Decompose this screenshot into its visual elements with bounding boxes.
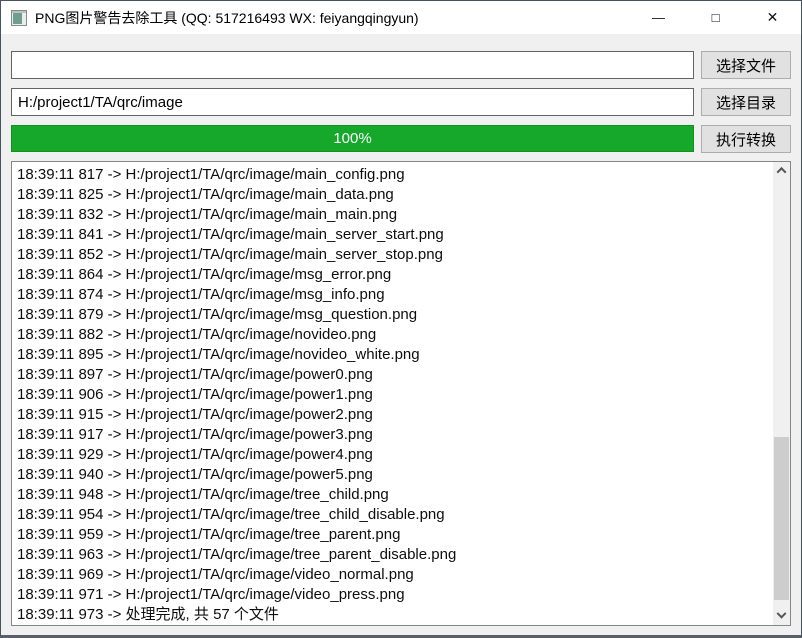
- log-line: 18:39:11 915 -> H:/project1/TA/qrc/image…: [17, 405, 767, 425]
- vertical-scrollbar[interactable]: [773, 162, 790, 625]
- log-line: 18:39:11 879 -> H:/project1/TA/qrc/image…: [17, 305, 767, 325]
- log-line: 18:39:11 973 -> 处理完成, 共 57 个文件: [17, 605, 767, 625]
- minimize-button[interactable]: —: [630, 1, 687, 34]
- log-line: 18:39:11 969 -> H:/project1/TA/qrc/image…: [17, 565, 767, 585]
- log-line: 18:39:11 897 -> H:/project1/TA/qrc/image…: [17, 365, 767, 385]
- log-line: 18:39:11 954 -> H:/project1/TA/qrc/image…: [17, 505, 767, 525]
- chevron-down-icon: [777, 609, 787, 619]
- dir-select-row: 选择目录: [11, 88, 791, 116]
- log-line: 18:39:11 906 -> H:/project1/TA/qrc/image…: [17, 385, 767, 405]
- app-window: PNG图片警告去除工具 (QQ: 517216493 WX: feiyangqi…: [0, 0, 802, 638]
- convert-row: 100% 执行转换: [11, 125, 791, 153]
- title-bar[interactable]: PNG图片警告去除工具 (QQ: 517216493 WX: feiyangqi…: [1, 1, 801, 34]
- maximize-icon: □: [712, 10, 720, 25]
- file-select-row: 选择文件: [11, 51, 791, 79]
- app-icon: [11, 10, 27, 26]
- scroll-down-button[interactable]: [773, 608, 790, 625]
- log-line: 18:39:11 948 -> H:/project1/TA/qrc/image…: [17, 485, 767, 505]
- window-title: PNG图片警告去除工具 (QQ: 517216493 WX: feiyangqi…: [35, 8, 419, 28]
- log-line: 18:39:11 959 -> H:/project1/TA/qrc/image…: [17, 525, 767, 545]
- log-line: 18:39:11 940 -> H:/project1/TA/qrc/image…: [17, 465, 767, 485]
- close-button[interactable]: ✕: [744, 1, 801, 34]
- close-icon: ✕: [767, 9, 779, 26]
- log-line: 18:39:11 841 -> H:/project1/TA/qrc/image…: [17, 225, 767, 245]
- progress-percent-label: 100%: [12, 126, 693, 151]
- log-line: 18:39:11 929 -> H:/project1/TA/qrc/image…: [17, 445, 767, 465]
- progress-bar: 100%: [11, 125, 694, 152]
- log-line: 18:39:11 882 -> H:/project1/TA/qrc/image…: [17, 325, 767, 345]
- log-line: 18:39:11 963 -> H:/project1/TA/qrc/image…: [17, 545, 767, 565]
- log-line: 18:39:11 825 -> H:/project1/TA/qrc/image…: [17, 185, 767, 205]
- log-line: 18:39:11 832 -> H:/project1/TA/qrc/image…: [17, 205, 767, 225]
- scroll-up-button[interactable]: [773, 162, 790, 179]
- chevron-up-icon: [777, 167, 787, 177]
- content-area: 选择文件 选择目录 100% 执行转换: [1, 51, 801, 153]
- log-line: 18:39:11 971 -> H:/project1/TA/qrc/image…: [17, 585, 767, 605]
- select-file-button[interactable]: 选择文件: [701, 51, 791, 79]
- log-output-area[interactable]: 18:39:11 817 -> H:/project1/TA/qrc/image…: [11, 161, 791, 626]
- select-directory-button[interactable]: 选择目录: [701, 88, 791, 116]
- log-lines: 18:39:11 817 -> H:/project1/TA/qrc/image…: [12, 162, 773, 625]
- scrollbar-thumb[interactable]: [774, 437, 789, 600]
- maximize-button[interactable]: □: [687, 1, 744, 34]
- window-controls: — □ ✕: [630, 1, 801, 34]
- file-path-input[interactable]: [11, 51, 694, 79]
- execute-convert-button[interactable]: 执行转换: [701, 125, 791, 153]
- directory-path-input[interactable]: [11, 88, 694, 116]
- log-line: 18:39:11 874 -> H:/project1/TA/qrc/image…: [17, 285, 767, 305]
- log-line: 18:39:11 895 -> H:/project1/TA/qrc/image…: [17, 345, 767, 365]
- log-line: 18:39:11 852 -> H:/project1/TA/qrc/image…: [17, 245, 767, 265]
- log-line: 18:39:11 864 -> H:/project1/TA/qrc/image…: [17, 265, 767, 285]
- log-line: 18:39:11 817 -> H:/project1/TA/qrc/image…: [17, 165, 767, 185]
- minimize-icon: —: [652, 10, 665, 25]
- log-line: 18:39:11 917 -> H:/project1/TA/qrc/image…: [17, 425, 767, 445]
